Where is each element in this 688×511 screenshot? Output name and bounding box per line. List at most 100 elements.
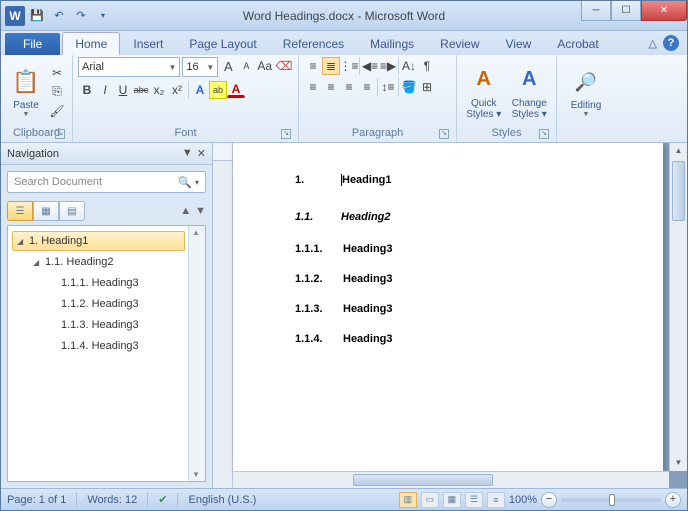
strike-button[interactable]: abc — [132, 81, 150, 99]
qat-customize-icon[interactable]: ▾ — [93, 6, 113, 26]
tab-review[interactable]: Review — [427, 32, 492, 55]
undo-icon[interactable]: ↶ — [49, 6, 69, 26]
view-draft[interactable]: ≡ — [487, 492, 505, 508]
close-button[interactable]: ✕ — [641, 1, 687, 21]
zoom-level[interactable]: 100% — [509, 494, 537, 506]
tab-view[interactable]: View — [493, 32, 545, 55]
nav-tree-item[interactable]: 1.1.4. Heading3 — [12, 336, 185, 356]
change-case-icon[interactable]: Aa — [256, 57, 273, 75]
bullets-icon[interactable]: ≡ — [304, 57, 322, 75]
view-full-screen[interactable]: ▭ — [421, 492, 439, 508]
heading-3[interactable]: 1.1.2.Heading3 — [233, 269, 663, 285]
show-marks-icon[interactable]: ¶ — [418, 57, 436, 75]
nav-view-pages[interactable]: ▦ — [33, 201, 59, 221]
minimize-ribbon-icon[interactable]: △ — [649, 37, 657, 50]
proofing-icon[interactable]: ✔ — [158, 493, 167, 506]
zoom-out-button[interactable]: − — [541, 492, 557, 508]
nav-menu-icon[interactable]: ▼ — [182, 147, 193, 160]
borders-icon[interactable]: ⊞ — [418, 78, 436, 96]
group-editing — [562, 127, 610, 140]
view-outline[interactable]: ☰ — [465, 492, 483, 508]
cut-icon[interactable]: ✂ — [48, 64, 66, 82]
tab-acrobat[interactable]: Acrobat — [544, 32, 611, 55]
line-spacing-icon[interactable]: ↕≡ — [379, 78, 397, 96]
align-left-icon[interactable]: ≡ — [304, 78, 322, 96]
change-styles-button[interactable]: A ChangeStyles ▾ — [508, 57, 552, 126]
underline-button[interactable]: U — [114, 81, 132, 99]
font-name-combo[interactable]: Arial▼ — [78, 57, 180, 77]
nav-tree-item[interactable]: ◢1.1. Heading2 — [12, 252, 185, 272]
justify-icon[interactable]: ≡ — [358, 78, 376, 96]
paste-button[interactable]: 📋 Paste ▼ — [6, 57, 46, 126]
nav-view-results[interactable]: ▤ — [59, 201, 85, 221]
view-web-layout[interactable]: ▦ — [443, 492, 461, 508]
search-icon[interactable]: 🔍 — [178, 176, 192, 189]
multilevel-icon[interactable]: ⋮≡ — [340, 57, 358, 75]
vertical-ruler[interactable] — [213, 143, 233, 488]
paragraph-launcher-icon[interactable]: ↘ — [439, 129, 449, 139]
clipboard-launcher-icon[interactable]: ↘ — [55, 129, 65, 139]
subscript-button[interactable]: x₂ — [150, 81, 168, 99]
group-paragraph: Paragraph↘ — [304, 126, 451, 140]
sort-icon[interactable]: A↓ — [400, 57, 418, 75]
tab-page-layout[interactable]: Page Layout — [176, 32, 269, 55]
nav-scrollbar[interactable] — [188, 226, 205, 481]
superscript-button[interactable]: x² — [168, 81, 186, 99]
copy-icon[interactable]: ⎘ — [48, 83, 66, 101]
tab-references[interactable]: References — [270, 32, 357, 55]
editing-button[interactable]: 🔎 Editing ▼ — [562, 57, 610, 127]
save-icon[interactable]: 💾 — [27, 6, 47, 26]
nav-tree-item[interactable]: 1.1.3. Heading3 — [12, 315, 185, 335]
status-language[interactable]: English (U.S.) — [188, 494, 256, 506]
align-center-icon[interactable]: ≡ — [322, 78, 340, 96]
minimize-button[interactable]: ─ — [581, 1, 611, 21]
grow-font-icon[interactable]: A — [220, 57, 236, 75]
heading-1[interactable]: 1.Heading1 — [233, 167, 663, 189]
nav-prev-icon[interactable]: ▲ — [180, 205, 191, 217]
quick-styles-button[interactable]: A QuickStyles ▾ — [462, 57, 506, 126]
shrink-font-icon[interactable]: A — [238, 57, 254, 75]
numbering-icon[interactable]: ≣ — [322, 57, 340, 75]
align-right-icon[interactable]: ≡ — [340, 78, 358, 96]
clear-format-icon[interactable]: ⌫ — [275, 57, 293, 75]
bold-button[interactable]: B — [78, 81, 96, 99]
heading-3[interactable]: 1.1.1.Heading3 — [233, 239, 663, 255]
nav-view-headings[interactable]: ☰ — [7, 201, 33, 221]
nav-tree-item[interactable]: 1.1.2. Heading3 — [12, 294, 185, 314]
zoom-in-button[interactable]: + — [665, 492, 681, 508]
view-print-layout[interactable]: ▥ — [399, 492, 417, 508]
word-icon[interactable]: W — [5, 6, 25, 26]
font-launcher-icon[interactable]: ↘ — [281, 129, 291, 139]
tab-mailings[interactable]: Mailings — [357, 32, 427, 55]
document-page[interactable]: 1.Heading1 1.1.Heading2 1.1.1.Heading3 1.… — [233, 143, 663, 471]
text-effects-icon[interactable]: A — [191, 81, 209, 99]
file-tab[interactable]: File — [5, 33, 60, 55]
highlight-icon[interactable]: ab — [209, 81, 227, 99]
tab-home[interactable]: Home — [62, 32, 120, 55]
heading-3[interactable]: 1.1.4.Heading3 — [233, 329, 663, 345]
nav-tree-item[interactable]: ◢1. Heading1 — [12, 231, 185, 251]
italic-button[interactable]: I — [96, 81, 114, 99]
decrease-indent-icon[interactable]: ◀≡ — [361, 57, 379, 75]
redo-icon[interactable]: ↷ — [71, 6, 91, 26]
nav-close-icon[interactable]: ✕ — [197, 147, 206, 160]
heading-3[interactable]: 1.1.3.Heading3 — [233, 299, 663, 315]
font-size-combo[interactable]: 16▼ — [182, 57, 218, 77]
shading-icon[interactable]: 🪣 — [400, 78, 418, 96]
vertical-scrollbar[interactable]: ▲▼ — [669, 143, 687, 471]
status-page[interactable]: Page: 1 of 1 — [7, 494, 66, 506]
nav-tree-item[interactable]: 1.1.1. Heading3 — [12, 273, 185, 293]
zoom-slider[interactable] — [561, 498, 661, 502]
search-input[interactable]: Search Document 🔍▾ — [7, 171, 206, 193]
styles-launcher-icon[interactable]: ↘ — [539, 129, 549, 139]
horizontal-scrollbar[interactable] — [233, 471, 669, 488]
tab-insert[interactable]: Insert — [120, 32, 176, 55]
nav-next-icon[interactable]: ▼ — [195, 205, 206, 217]
status-words[interactable]: Words: 12 — [87, 494, 137, 506]
maximize-button[interactable]: ☐ — [611, 1, 641, 21]
increase-indent-icon[interactable]: ≡▶ — [379, 57, 397, 75]
heading-2[interactable]: 1.1.Heading2 — [233, 205, 663, 225]
help-icon[interactable]: ? — [663, 35, 679, 51]
format-painter-icon[interactable]: 🖌 — [48, 102, 66, 120]
font-color-icon[interactable]: A — [227, 81, 245, 98]
